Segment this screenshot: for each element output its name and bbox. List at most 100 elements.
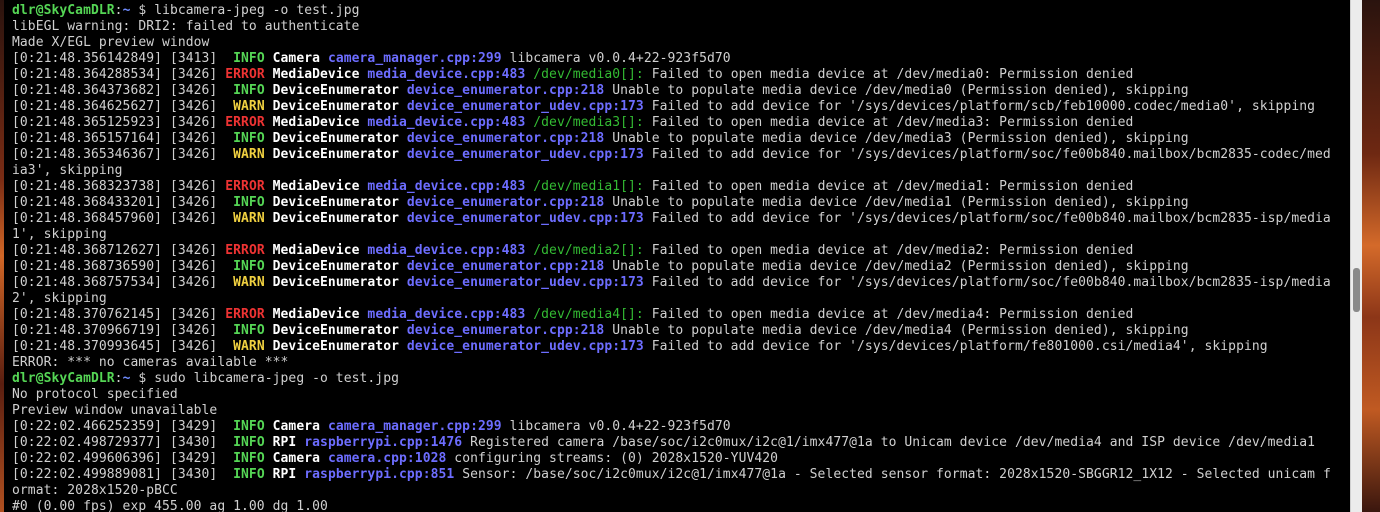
prompt-user: dlr@SkyCamDLR bbox=[12, 371, 115, 386]
log-message: libcamera v0.0.4+22-923f5d70 bbox=[509, 419, 731, 434]
log-source-file: media_device.cpp:483 bbox=[367, 243, 526, 258]
log-pid: [3430] bbox=[169, 435, 218, 450]
output-text: No protocol specified bbox=[12, 387, 178, 402]
log-line: [0:21:48.370993645] [3426] WARN DeviceEn… bbox=[12, 339, 1348, 355]
log-category: MediaDevice bbox=[272, 243, 360, 258]
log-level-warn: WARN bbox=[233, 211, 265, 226]
log-source-file: device_enumerator_udev.cpp:173 bbox=[406, 99, 644, 114]
log-pid: [3426] bbox=[169, 147, 218, 162]
log-category: DeviceEnumerator bbox=[272, 275, 399, 290]
log-level-info: INFO bbox=[233, 83, 265, 98]
log-timestamp: [0:21:48.356142849] bbox=[12, 51, 163, 66]
log-category: Camera bbox=[272, 419, 321, 434]
log-timestamp: [0:21:48.364625627] bbox=[12, 99, 163, 114]
log-category: DeviceEnumerator bbox=[272, 323, 399, 338]
log-level-info: INFO bbox=[233, 51, 265, 66]
log-source-file: device_enumerator_udev.cpp:173 bbox=[406, 339, 644, 354]
log-level-info: INFO bbox=[233, 467, 265, 482]
output-text: libEGL warning: DRI2: failed to authenti… bbox=[12, 19, 360, 34]
log-pid: [3426] bbox=[169, 99, 218, 114]
log-source-file: raspberrypi.cpp:851 bbox=[304, 467, 455, 482]
log-message: Unable to populate media device /dev/med… bbox=[612, 323, 1189, 338]
log-message-wrap: 2', skipping bbox=[12, 291, 107, 306]
log-line: [0:21:48.368323738] [3426] ERROR MediaDe… bbox=[12, 179, 1348, 195]
scrollbar-thumb[interactable] bbox=[1353, 268, 1360, 312]
log-message: Failed to open media device at /dev/medi… bbox=[651, 179, 1134, 194]
log-level-info: INFO bbox=[233, 259, 265, 274]
log-message: libcamera v0.0.4+22-923f5d70 bbox=[509, 51, 731, 66]
prompt-separator: : bbox=[114, 3, 123, 18]
prompt-user: dlr@SkyCamDLR bbox=[12, 3, 115, 18]
log-pid: [3426] bbox=[169, 115, 218, 130]
log-timestamp: [0:21:48.364288534] bbox=[12, 67, 163, 82]
log-line: [0:21:48.370966719] [3426] INFO DeviceEn… bbox=[12, 323, 1348, 339]
log-source-file: device_enumerator_udev.cpp:173 bbox=[406, 275, 644, 290]
log-category: DeviceEnumerator bbox=[272, 83, 399, 98]
output-text: Made X/EGL preview window bbox=[12, 35, 210, 50]
log-category: DeviceEnumerator bbox=[272, 259, 399, 274]
log-category: RPI bbox=[272, 435, 297, 450]
log-line: [0:21:48.365125923] [3426] ERROR MediaDe… bbox=[12, 115, 1348, 131]
log-pid: [3429] bbox=[169, 419, 218, 434]
log-message-wrap: ia3', skipping bbox=[12, 163, 123, 178]
prompt-dollar: $ bbox=[130, 3, 155, 18]
log-category: DeviceEnumerator bbox=[272, 211, 399, 226]
log-category: DeviceEnumerator bbox=[272, 131, 399, 146]
terminal-window[interactable]: dlr@SkyCamDLR:~ $ libcamera-jpeg -o test… bbox=[4, 0, 1362, 512]
log-message: Unable to populate media device /dev/med… bbox=[612, 131, 1189, 146]
log-line-wrap: 2', skipping bbox=[12, 291, 1348, 307]
terminal-output[interactable]: dlr@SkyCamDLR:~ $ libcamera-jpeg -o test… bbox=[12, 3, 1348, 512]
log-pid: [3426] bbox=[169, 323, 218, 338]
log-line: [0:21:48.364625627] [3426] WARN DeviceEn… bbox=[12, 99, 1348, 115]
output-line: ERROR: *** no cameras available *** bbox=[12, 355, 1348, 371]
prompt-command: sudo libcamera-jpeg -o test.jpg bbox=[154, 371, 399, 386]
prompt-command: libcamera-jpeg -o test.jpg bbox=[154, 3, 360, 18]
log-line: [0:21:48.368457960] [3426] WARN DeviceEn… bbox=[12, 211, 1348, 227]
log-line: [0:22:02.466252359] [3429] INFO Camera c… bbox=[12, 419, 1348, 435]
log-timestamp: [0:21:48.365157164] bbox=[12, 131, 163, 146]
log-category: RPI bbox=[272, 467, 297, 482]
log-timestamp: [0:21:48.368757534] bbox=[12, 275, 163, 290]
log-source-file: media_device.cpp:483 bbox=[367, 179, 526, 194]
log-timestamp: [0:21:48.368457960] bbox=[12, 211, 163, 226]
log-timestamp: [0:22:02.498729377] bbox=[12, 435, 163, 450]
log-message: Failed to add device for '/sys/devices/p… bbox=[651, 99, 1316, 114]
prompt-line: dlr@SkyCamDLR:~ $ sudo libcamera-jpeg -o… bbox=[12, 371, 1348, 387]
log-timestamp: [0:22:02.499606396] bbox=[12, 451, 163, 466]
log-pid: [3430] bbox=[169, 467, 218, 482]
log-pid: [3429] bbox=[169, 451, 218, 466]
log-line: [0:21:48.365157164] [3426] INFO DeviceEn… bbox=[12, 131, 1348, 147]
log-timestamp: [0:21:48.364373682] bbox=[12, 83, 163, 98]
log-line: [0:22:02.499606396] [3429] INFO Camera c… bbox=[12, 451, 1348, 467]
log-source-file: camera_manager.cpp:299 bbox=[327, 419, 502, 434]
log-timestamp: [0:21:48.368736590] bbox=[12, 259, 163, 274]
log-level-warn: WARN bbox=[233, 147, 265, 162]
log-timestamp: [0:21:48.368712627] bbox=[12, 243, 163, 258]
log-pid: [3426] bbox=[169, 259, 218, 274]
prompt-separator: : bbox=[114, 371, 123, 386]
log-level-warn: WARN bbox=[233, 339, 265, 354]
log-timestamp: [0:21:48.368433201] bbox=[12, 195, 163, 210]
log-message: Failed to add device for '/sys/devices/p… bbox=[651, 275, 1331, 290]
output-line: Preview window unavailable bbox=[12, 403, 1348, 419]
log-level-info: INFO bbox=[233, 323, 265, 338]
log-level-error: ERROR bbox=[225, 307, 265, 322]
log-line: [0:21:48.365346367] [3426] WARN DeviceEn… bbox=[12, 147, 1348, 163]
log-category: MediaDevice bbox=[272, 307, 360, 322]
log-pid: [3426] bbox=[169, 131, 218, 146]
log-level-error: ERROR bbox=[225, 67, 265, 82]
vertical-scrollbar[interactable] bbox=[1350, 0, 1362, 512]
log-message-wrap: 1', skipping bbox=[12, 227, 107, 242]
log-pid: [3426] bbox=[169, 67, 218, 82]
log-pid: [3426] bbox=[169, 243, 218, 258]
log-message: Failed to open media device at /dev/medi… bbox=[651, 307, 1134, 322]
prompt-dollar: $ bbox=[130, 371, 155, 386]
log-pid: [3426] bbox=[169, 211, 218, 226]
log-pid: [3426] bbox=[169, 195, 218, 210]
log-message-wrap: ormat: 2028x1520-pBCC bbox=[12, 483, 178, 498]
log-message: Unable to populate media device /dev/med… bbox=[612, 195, 1189, 210]
log-source-file: camera.cpp:1028 bbox=[327, 451, 447, 466]
log-category: DeviceEnumerator bbox=[272, 147, 399, 162]
log-line-wrap: ormat: 2028x1520-pBCC bbox=[12, 483, 1348, 499]
output-line: No protocol specified bbox=[12, 387, 1348, 403]
